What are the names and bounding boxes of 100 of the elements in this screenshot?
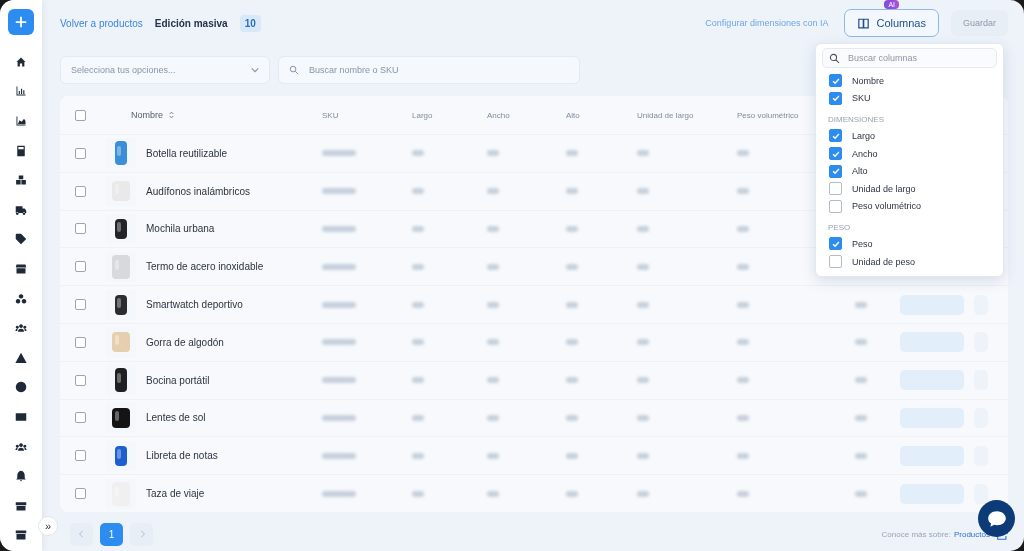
column-checkbox[interactable] [829,147,842,161]
column-option[interactable]: Unidad de peso [852,256,916,267]
column-checkbox[interactable] [829,129,842,143]
previous-page-button[interactable] [70,522,93,546]
blurred-value [487,301,499,308]
blurred-value [566,263,578,270]
row-checkbox[interactable] [75,450,86,462]
section-heading: PESO [828,223,852,233]
blurred-value [322,377,356,384]
count-badge: 10 [239,14,261,32]
column-checkbox[interactable] [829,74,842,88]
column-header[interactable]: Ancho [487,110,510,120]
blurred-value [637,263,649,270]
users-icon[interactable] [15,322,27,335]
warning-icon[interactable] [15,351,27,364]
blurred-value [412,188,424,195]
blurred-value [855,490,867,497]
column-header[interactable]: Alto [566,110,580,120]
blurred-value [737,377,749,384]
search-field[interactable]: Buscar nombre o SKU [278,56,580,84]
column-checkbox[interactable] [829,255,842,269]
blurred-value [412,301,424,308]
save-button[interactable]: Guardar [950,10,1008,36]
blurred-value [322,150,356,157]
blurred-value [637,226,649,232]
column-header[interactable]: Nombre [131,110,163,120]
product-name: Libreta de notas [146,450,219,462]
blurred-value [737,490,749,497]
ai-link[interactable]: Configurar dimensiones con IA [705,18,829,28]
row-checkbox[interactable] [75,488,86,500]
column-header[interactable]: Unidad de largo [637,110,694,120]
row-checkbox[interactable] [75,412,86,424]
blurred-value [637,188,649,195]
blurred-value [487,339,499,346]
column-checkbox[interactable] [829,91,842,105]
column-option[interactable]: Largo [852,131,876,141]
column-option[interactable]: Ancho [852,148,878,159]
group-icon[interactable] [15,440,27,453]
section-heading: DIMENSIONES [828,115,885,125]
circles-icon[interactable] [15,292,27,305]
page-button[interactable]: 1 [100,522,123,546]
row-checkbox[interactable] [75,261,86,273]
column-checkbox[interactable] [829,182,842,196]
product-name: Mochila urbana [146,223,216,235]
blurred-value [487,414,499,421]
column-option[interactable]: Peso volumétrico [852,201,922,212]
column-header[interactable]: Largo [412,110,433,120]
truck-icon[interactable] [15,203,27,216]
blurred-value [566,301,578,308]
product-name: Smartwatch deportivo [146,299,244,311]
blurred-value [566,490,578,497]
row-checkbox[interactable] [75,336,86,348]
column-search-field[interactable]: Buscar columnas [822,48,997,68]
column-checkbox[interactable] [829,199,842,213]
blurred-value [412,452,424,459]
blurred-value [855,377,867,384]
bell-icon[interactable] [15,470,27,483]
column-option[interactable]: SKU [852,93,871,104]
column-option[interactable]: Unidad de largo [852,183,916,194]
blurred-value [737,188,749,195]
expand-button[interactable]: » [38,516,58,536]
blurred-value [322,490,356,497]
blurred-value [487,263,499,270]
store-icon[interactable] [15,262,27,275]
column-checkbox[interactable] [829,237,842,251]
calculator-icon[interactable] [15,144,27,157]
row-checkbox[interactable] [75,185,86,197]
add-button[interactable] [8,9,34,35]
column-checkbox[interactable] [829,164,842,178]
options-select[interactable]: Selecciona tus opciones... [60,56,270,84]
blurred-value [566,339,578,346]
blurred-value [487,226,499,232]
blurred-value [637,414,649,421]
columns-button[interactable]: Columnas [844,9,939,37]
row-checkbox[interactable] [75,147,86,159]
back-link[interactable]: Volver a productos [60,17,143,29]
column-option[interactable]: Alto [852,166,868,177]
column-header[interactable]: SKU [322,110,339,120]
row-checkbox[interactable] [75,374,86,386]
row-checkbox[interactable] [75,223,86,235]
blurred-value [855,452,867,459]
blurred-value [322,339,356,346]
products-link[interactable]: Productos [953,529,990,539]
blurred-value [322,301,356,308]
blurred-value [737,339,749,346]
tag-icon[interactable] [15,233,27,246]
archive-icon[interactable] [15,529,27,542]
row-checkbox[interactable] [75,299,86,311]
column-header[interactable]: Peso volumétrico [737,110,799,120]
boxes-icon[interactable] [15,174,27,187]
select-all-checkbox[interactable] [75,109,86,121]
sort-icon[interactable] [169,111,174,119]
home-icon[interactable] [15,55,27,68]
column-option[interactable]: Nombre [852,75,884,86]
column-option[interactable]: Peso [852,238,873,249]
package-icon[interactable] [15,499,27,512]
next-page-button[interactable] [130,522,153,546]
info-icon[interactable] [15,381,27,394]
card-icon[interactable] [15,410,27,423]
blurred-value [737,263,749,270]
